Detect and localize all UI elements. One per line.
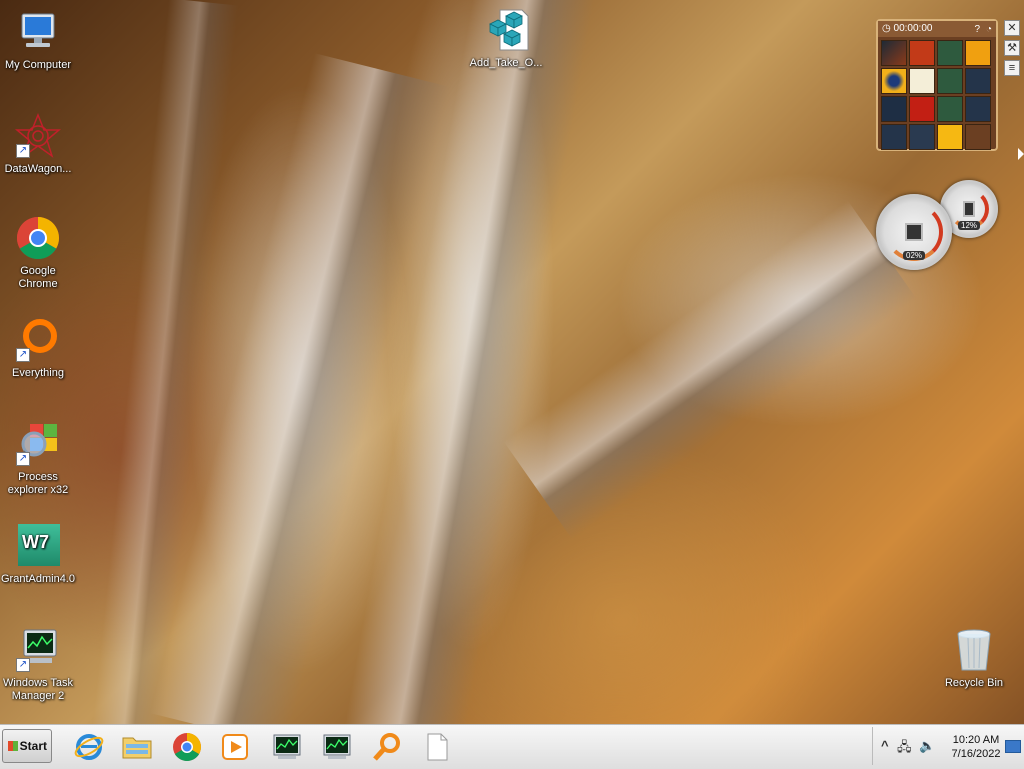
trash-icon <box>950 626 998 674</box>
cpu-meter[interactable]: 02% <box>876 194 952 270</box>
taskbar: Start ^ 🖧 🔈 10:20 AM 7/16/2022 <box>0 724 1024 769</box>
chrome-icon <box>14 214 62 262</box>
puzzle-tile[interactable] <box>909 124 935 150</box>
shortcut-arrow-icon: ↗ <box>16 144 30 158</box>
taskbar-task-manager-2[interactable] <box>320 730 354 764</box>
puzzle-pause-icon[interactable]: ◔ <box>986 22 992 38</box>
gadget-toolbar: ✕ ⚒ ≡ <box>1004 20 1020 80</box>
document-icon <box>427 733 448 761</box>
puzzle-tile[interactable] <box>965 68 991 94</box>
icon-label: GrantAdmin4.0 <box>1 573 75 585</box>
icon-label: Google Chrome <box>18 265 58 290</box>
media-player-icon <box>222 734 248 760</box>
desktop[interactable]: My Computer ↗ DataWagon... Google Chrome… <box>0 0 1024 747</box>
puzzle-tile[interactable] <box>881 68 907 94</box>
icon-label: Windows Task Manager 2 <box>2 677 74 702</box>
taskbar-google-chrome[interactable] <box>170 730 204 764</box>
process-explorer-icon: ↗ <box>14 420 62 468</box>
registry-file-icon <box>482 6 530 54</box>
memory-chip-icon <box>963 201 975 217</box>
puzzle-tile[interactable] <box>937 96 963 122</box>
task-manager-2-shortcut[interactable]: ↗ Windows Task Manager 2 <box>0 626 76 703</box>
chrome-icon <box>173 733 201 761</box>
recycle-bin-icon[interactable]: Recycle Bin <box>936 626 1012 690</box>
shortcut-arrow-icon: ↗ <box>16 658 30 672</box>
puzzle-tile[interactable] <box>909 40 935 66</box>
close-icon[interactable]: ✕ <box>1004 20 1020 36</box>
taskbar-windows-explorer[interactable] <box>120 730 154 764</box>
magnifier-icon <box>373 733 400 761</box>
puzzle-tile[interactable] <box>909 68 935 94</box>
datawagon-shortcut[interactable]: ↗ DataWagon... <box>0 112 76 176</box>
my-computer-icon[interactable]: My Computer <box>0 8 76 72</box>
network-icon[interactable]: 🖧 <box>897 738 912 760</box>
computer-icon <box>14 8 62 56</box>
puzzle-tile[interactable] <box>881 40 907 66</box>
task-manager-icon: ↗ <box>14 626 62 674</box>
volume-icon[interactable]: 🔈 <box>919 738 935 754</box>
taskbar-everything-search[interactable] <box>370 730 404 764</box>
clock-date: 7/16/2022 <box>951 748 1001 760</box>
start-button[interactable]: Start <box>2 729 52 763</box>
folder-icon <box>122 737 152 759</box>
clock-time: 10:20 AM <box>952 734 1000 746</box>
wrench-icon[interactable]: ⚒ <box>1004 40 1020 56</box>
cursor-arrow-icon <box>1018 148 1024 160</box>
task-manager-icon <box>323 734 351 759</box>
google-chrome-icon[interactable]: Google Chrome <box>0 214 76 291</box>
puzzle-tile[interactable] <box>881 96 907 122</box>
start-label: Start <box>19 739 47 753</box>
everything-shortcut[interactable]: ↗ Everything <box>0 316 76 380</box>
icon-label: Process explorer x32 <box>7 471 69 496</box>
shortcut-arrow-icon: ↗ <box>16 348 30 362</box>
datawagon-icon: ↗ <box>14 112 62 160</box>
taskbar-blank-document[interactable] <box>420 730 454 764</box>
puzzle-timer: 00:00:00 <box>893 23 933 34</box>
puzzle-tile[interactable] <box>965 40 991 66</box>
drag-handle-icon[interactable]: ≡ <box>1004 60 1020 76</box>
wallpaper-stripe <box>503 200 917 540</box>
taskbar-internet-explorer[interactable] <box>72 730 106 764</box>
puzzle-header: ◷ 00:00:00 ? ◔ <box>878 21 996 37</box>
clock[interactable]: 10:20 AM 7/16/2022 <box>941 733 1011 761</box>
puzzle-help-icon[interactable]: ? <box>974 22 980 38</box>
puzzle-tile[interactable] <box>909 96 935 122</box>
puzzle-empty-slot <box>965 124 991 150</box>
show-desktop-icon[interactable] <box>1005 740 1021 753</box>
grantadmin-icon[interactable]: W7 GrantAdmin4.0 <box>0 522 76 586</box>
icon-label: DataWagon... <box>4 163 72 175</box>
process-explorer-shortcut[interactable]: ↗ Process explorer x32 <box>0 420 76 497</box>
icon-label: Recycle Bin <box>944 677 1004 689</box>
icon-label: Add_Take_O... <box>469 57 543 69</box>
icon-label: My Computer <box>4 59 72 71</box>
taskbar-media-player[interactable] <box>218 730 252 764</box>
shortcut-arrow-icon: ↗ <box>16 452 30 466</box>
show-hidden-icons-button[interactable]: ^ <box>881 738 889 753</box>
timer-icon: ◷ <box>882 23 891 34</box>
task-manager-icon <box>273 734 301 759</box>
grantadmin-logo-icon: W7 <box>14 522 62 570</box>
memory-value: 12% <box>957 221 981 230</box>
icon-label: Everything <box>12 367 64 379</box>
system-tray: ^ 🖧 🔈 10:20 AM 7/16/2022 <box>872 727 1023 765</box>
puzzle-tile[interactable] <box>937 124 963 150</box>
puzzle-tile[interactable] <box>881 124 907 150</box>
puzzle-grid <box>878 37 996 153</box>
taskbar-task-manager[interactable] <box>270 730 304 764</box>
puzzle-tile[interactable] <box>965 96 991 122</box>
add-take-ownership-file[interactable]: Add_Take_O... <box>468 6 544 70</box>
cpu-value: 02% <box>902 251 926 260</box>
puzzle-tile[interactable] <box>937 40 963 66</box>
picture-puzzle-gadget[interactable]: ◷ 00:00:00 ? ◔ <box>876 19 998 151</box>
internet-explorer-icon <box>74 734 104 760</box>
cpu-chip-icon <box>905 223 923 241</box>
everything-icon: ↗ <box>14 316 62 364</box>
windows-flag-icon <box>8 741 18 751</box>
puzzle-tile[interactable] <box>937 68 963 94</box>
